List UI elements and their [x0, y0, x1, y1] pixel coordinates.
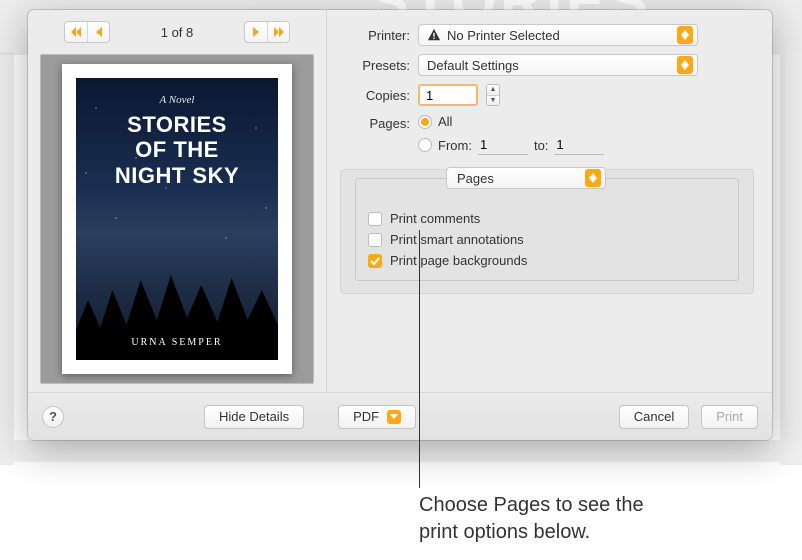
pages-to-input[interactable] — [554, 135, 604, 155]
pages-from-radio[interactable] — [418, 138, 432, 152]
last-page-button[interactable] — [267, 22, 289, 42]
updown-icon — [585, 169, 601, 187]
cover-author: URNA SEMPER — [131, 337, 222, 348]
page-nav-fwd-group — [244, 21, 290, 43]
stepper-up-icon: ▲ — [487, 85, 499, 96]
page-counter: 1 of 8 — [161, 25, 194, 40]
background-left-strip — [0, 52, 14, 465]
updown-icon — [677, 56, 693, 74]
presets-select[interactable]: Default Settings — [418, 54, 698, 76]
print-comments-checkbox[interactable] — [368, 212, 382, 226]
preview-page: A Novel STORIES OF THE NIGHT SKY URNA SE… — [62, 64, 292, 374]
copies-label: Copies: — [340, 88, 410, 103]
help-icon: ? — [49, 409, 57, 424]
first-page-button[interactable] — [65, 22, 87, 42]
print-page-backgrounds-label: Print page backgrounds — [390, 253, 527, 268]
preview-frame: A Novel STORIES OF THE NIGHT SKY URNA SE… — [40, 54, 314, 384]
pane-divider — [326, 10, 327, 392]
print-label: Print — [716, 409, 743, 424]
hide-details-button[interactable]: Hide Details — [204, 405, 304, 429]
app-options-value: Pages — [457, 171, 494, 186]
next-page-button[interactable] — [245, 22, 267, 42]
dialog-footer: ? Hide Details PDF Cancel Print — [28, 392, 772, 440]
book-cover: A Novel STORIES OF THE NIGHT SKY URNA SE… — [76, 78, 278, 360]
pdf-label: PDF — [353, 409, 379, 424]
presets-value: Default Settings — [427, 58, 677, 73]
cancel-label: Cancel — [634, 409, 674, 424]
stepper-down-icon: ▼ — [487, 96, 499, 106]
print-smart-annotations-label: Print smart annotations — [390, 232, 524, 247]
pdf-menu-button[interactable]: PDF — [338, 405, 416, 429]
pages-to-label: to: — [534, 138, 548, 153]
app-options-select[interactable]: Pages — [446, 167, 606, 189]
callout-text: Choose Pages to see the print options be… — [419, 492, 644, 546]
background-right-strip — [780, 52, 802, 465]
preview-pane: 1 of 8 A Novel STORIES OF THE NIGHT SKY — [28, 10, 326, 392]
cover-title: STORIES OF THE NIGHT SKY — [115, 112, 239, 188]
prev-page-button[interactable] — [87, 22, 109, 42]
updown-icon — [677, 26, 693, 44]
copies-stepper[interactable]: ▲ ▼ — [486, 84, 500, 106]
print-dialog: 1 of 8 A Novel STORIES OF THE NIGHT SKY — [28, 10, 772, 440]
copies-input[interactable] — [418, 84, 478, 106]
hide-details-label: Hide Details — [219, 409, 289, 424]
printer-label: Printer: — [340, 28, 410, 43]
printer-value: No Printer Selected — [447, 28, 677, 43]
pages-all-label: All — [438, 114, 452, 129]
cover-subtitle: A Novel — [160, 94, 195, 106]
pages-label: Pages: — [340, 114, 410, 131]
chevron-down-icon — [387, 410, 401, 424]
background-footer-strip — [14, 440, 802, 462]
print-page-backgrounds-checkbox[interactable] — [368, 254, 382, 268]
warning-icon — [427, 28, 441, 42]
app-options-fieldset: Pages Print comments Print sm — [355, 178, 739, 281]
cancel-button[interactable]: Cancel — [619, 405, 689, 429]
pages-from-input[interactable] — [478, 135, 528, 155]
help-button[interactable]: ? — [42, 406, 64, 428]
print-button[interactable]: Print — [701, 405, 758, 429]
presets-label: Presets: — [340, 58, 410, 73]
options-pane: Printer: No Printer Selected Presets: De… — [326, 10, 772, 392]
pages-all-radio[interactable] — [418, 115, 432, 129]
print-smart-annotations-checkbox[interactable] — [368, 233, 382, 247]
callout-leader-line — [419, 230, 420, 488]
printer-select[interactable]: No Printer Selected — [418, 24, 698, 46]
pages-from-label: From: — [438, 138, 472, 153]
app-options-panel: Pages Print comments Print sm — [340, 169, 754, 294]
print-comments-label: Print comments — [390, 211, 480, 226]
page-nav-back-group — [64, 21, 110, 43]
